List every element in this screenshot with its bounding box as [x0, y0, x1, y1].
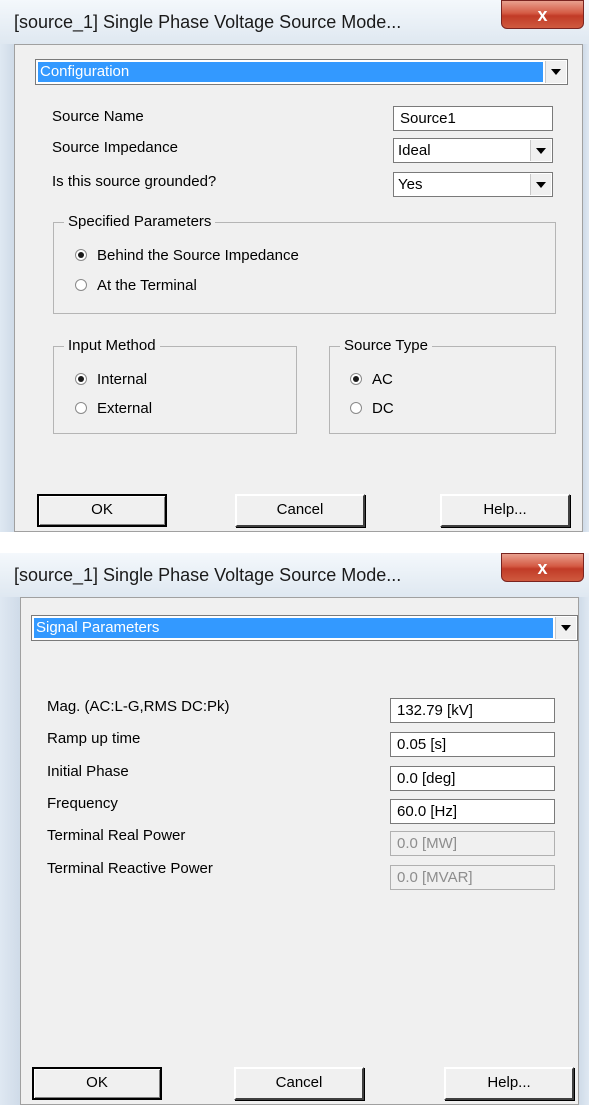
source-impedance-select[interactable]: Ideal	[393, 138, 553, 163]
window-frame-left	[0, 44, 14, 532]
radio-label: AC	[372, 371, 393, 388]
radio-button[interactable]	[75, 402, 87, 414]
cancel-button[interactable]: Cancel	[235, 494, 365, 527]
radio-label: Internal	[97, 371, 148, 388]
close-button[interactable]: x	[501, 553, 584, 582]
param-label-initial-phase: Initial Phase	[47, 763, 129, 780]
dialog-client-area: Signal Parameters Mag. (AC:L-G,RMS DC:Pk…	[20, 597, 579, 1105]
radio-button[interactable]	[350, 402, 362, 414]
help-button[interactable]: Help...	[444, 1067, 574, 1100]
window-frame-right	[579, 597, 589, 1105]
cancel-button[interactable]: Cancel	[234, 1067, 364, 1100]
param-label-terminal-reactive-power: Terminal Reactive Power	[47, 860, 213, 877]
page-selector-value: Signal Parameters	[34, 618, 553, 638]
window-title: [source_1] Single Phase Voltage Source M…	[14, 12, 402, 32]
chevron-down-icon	[561, 625, 571, 631]
dialog-client-area: Configuration Source Name Source1 Source…	[14, 44, 583, 532]
ok-button[interactable]: OK	[37, 494, 167, 527]
source-name-input[interactable]: Source1	[393, 106, 553, 131]
specified-parameters-group: Specified Parameters Behind the Source I…	[53, 213, 556, 314]
radio-button-checked[interactable]	[350, 373, 362, 385]
radio-label: External	[97, 400, 153, 417]
title-bar[interactable]: [source_1] Single Phase Voltage Source M…	[0, 553, 589, 597]
param-label-ramp-up-time: Ramp up time	[47, 730, 141, 747]
configuration-dialog: [source_1] Single Phase Voltage Source M…	[0, 0, 589, 540]
window-frame-left	[0, 597, 20, 1105]
close-button[interactable]: x	[501, 0, 584, 29]
chevron-down-icon	[536, 181, 546, 188]
source-type-legend: Source Type	[340, 337, 432, 354]
param-input-magnitude[interactable]: 132.79 [kV]	[390, 698, 555, 723]
source-impedance-label: Source Impedance	[52, 139, 178, 156]
grounded-label: Is this source grounded?	[52, 173, 217, 190]
source-type-group: Source Type AC DC	[329, 337, 556, 434]
chevron-down-icon	[536, 147, 546, 154]
param-input-frequency[interactable]: 60.0 [Hz]	[390, 799, 555, 824]
param-input-initial-phase[interactable]: 0.0 [deg]	[390, 766, 555, 791]
dropdown-arrow-button[interactable]	[555, 617, 576, 639]
source-name-label: Source Name	[52, 108, 144, 125]
chevron-down-icon	[551, 69, 561, 75]
help-button[interactable]: Help...	[440, 494, 570, 527]
input-method-legend: Input Method	[64, 337, 160, 354]
page-selector-dropdown[interactable]: Configuration	[35, 59, 568, 85]
radio-label: Behind the Source Impedance	[97, 247, 299, 264]
window-title: [source_1] Single Phase Voltage Source M…	[14, 565, 402, 585]
input-method-group: Input Method Internal External	[53, 337, 297, 434]
title-bar[interactable]: [source_1] Single Phase Voltage Source M…	[0, 0, 589, 44]
radio-button[interactable]	[75, 279, 87, 291]
radio-label: At the Terminal	[97, 277, 197, 294]
dropdown-arrow-button[interactable]	[545, 61, 566, 83]
grounded-select[interactable]: Yes	[393, 172, 553, 197]
radio-button-checked[interactable]	[75, 249, 87, 261]
page-selector-value: Configuration	[38, 62, 543, 82]
signal-parameters-dialog: [source_1] Single Phase Voltage Source M…	[0, 553, 589, 1113]
param-input-terminal-reactive-power: 0.0 [MVAR]	[390, 865, 555, 890]
dropdown-arrow-button[interactable]	[530, 174, 551, 195]
specified-parameters-legend: Specified Parameters	[64, 213, 216, 230]
param-label-terminal-real-power: Terminal Real Power	[47, 827, 186, 844]
window-frame-right	[583, 44, 589, 532]
param-input-terminal-real-power: 0.0 [MW]	[390, 831, 555, 856]
param-label-frequency: Frequency	[47, 795, 118, 812]
source-impedance-value: Ideal	[398, 142, 431, 159]
radio-label: DC	[372, 400, 394, 417]
param-label-magnitude: Mag. (AC:L-G,RMS DC:Pk)	[47, 698, 230, 715]
param-input-ramp-up-time[interactable]: 0.05 [s]	[390, 732, 555, 757]
grounded-value: Yes	[398, 176, 423, 193]
radio-button-checked[interactable]	[75, 373, 87, 385]
dropdown-arrow-button[interactable]	[530, 140, 551, 161]
page-selector-dropdown[interactable]: Signal Parameters	[31, 615, 578, 641]
ok-button[interactable]: OK	[32, 1067, 162, 1100]
